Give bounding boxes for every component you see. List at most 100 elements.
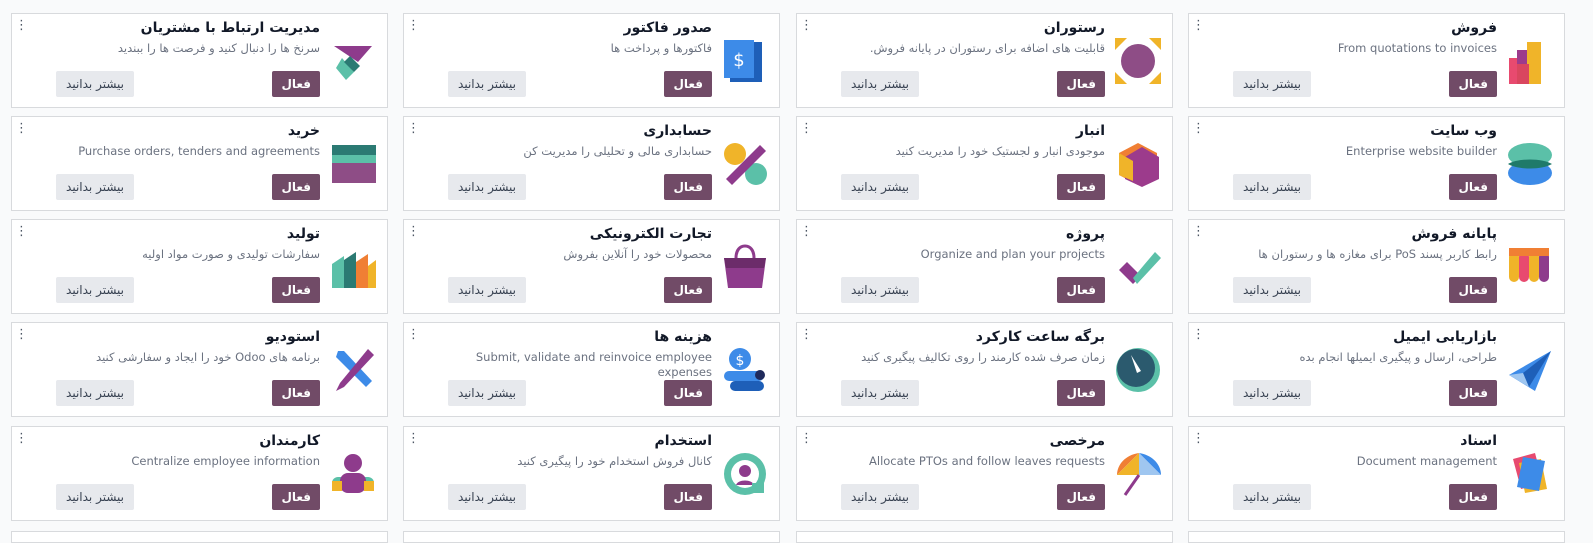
activate-button[interactable]: فعال bbox=[1449, 71, 1497, 97]
learn-more-button[interactable]: بیشتر بدانید bbox=[56, 277, 134, 303]
website-icon bbox=[1505, 139, 1555, 189]
app-card: وب سایت Enterprise website builder فعال بیش… bbox=[1188, 116, 1565, 211]
sales-icon bbox=[1505, 36, 1555, 86]
activate-button[interactable]: فعال bbox=[1057, 174, 1105, 200]
activate-button[interactable]: فعال bbox=[272, 174, 320, 200]
kebab-menu-icon[interactable]: ⋮ bbox=[15, 122, 28, 135]
app-summary: طراحی، ارسال و پیگیری ایمیلها انجام بده bbox=[1299, 350, 1498, 364]
app-summary: From quotations to invoices bbox=[1337, 41, 1497, 55]
learn-more-button[interactable]: بیشتر بدانید bbox=[841, 71, 919, 97]
activate-button[interactable]: فعال bbox=[1057, 277, 1105, 303]
app-title: برگه ساعت کارکرد bbox=[975, 329, 1105, 345]
learn-more-button[interactable]: بیشتر بدانید bbox=[56, 71, 134, 97]
learn-more-button[interactable]: بیشتر بدانید bbox=[448, 277, 526, 303]
learn-more-button[interactable]: بیشتر بدانید bbox=[1233, 484, 1311, 510]
app-title: انبار bbox=[1075, 123, 1105, 139]
activate-button[interactable]: فعال bbox=[664, 380, 712, 406]
app-card: برگه ساعت کارکرد زمان صرف شده کارمند را ر… bbox=[796, 322, 1173, 417]
learn-more-button[interactable]: بیشتر بدانید bbox=[1233, 277, 1311, 303]
app-summary: Centralize employee information bbox=[131, 454, 320, 468]
app-title: فروش bbox=[1451, 20, 1497, 36]
app-card: اسناد Document management فعال بیشتر بدانید… bbox=[1188, 426, 1565, 521]
app-summary: فاکتورها و پرداخت ها bbox=[610, 41, 712, 55]
app-card: مرخصی Allocate PTOs and follow leaves req… bbox=[796, 426, 1173, 521]
activate-button[interactable]: فعال bbox=[272, 71, 320, 97]
app-summary: حسابداری مالی و تحلیلی را مدیریت کن bbox=[523, 144, 712, 158]
activate-button[interactable]: فعال bbox=[272, 380, 320, 406]
kebab-menu-icon[interactable]: ⋮ bbox=[407, 328, 420, 341]
activate-button[interactable]: فعال bbox=[1057, 71, 1105, 97]
kebab-menu-icon[interactable]: ⋮ bbox=[800, 432, 813, 445]
kebab-menu-icon[interactable]: ⋮ bbox=[407, 122, 420, 135]
learn-more-button[interactable]: بیشتر بدانید bbox=[448, 380, 526, 406]
activate-button[interactable]: فعال bbox=[664, 484, 712, 510]
kebab-menu-icon[interactable]: ⋮ bbox=[15, 19, 28, 32]
app-summary: محصولات خود را آنلاین بفروش bbox=[563, 247, 712, 261]
activate-button[interactable]: فعال bbox=[1057, 380, 1105, 406]
app-title: صدور فاکتور bbox=[623, 20, 712, 36]
app-summary: سرنخ ها را دنبال کنید و فرصت ها را ببندی… bbox=[117, 41, 320, 55]
kebab-menu-icon[interactable]: ⋮ bbox=[1192, 19, 1205, 32]
app-title: استودیو bbox=[265, 329, 320, 345]
kebab-menu-icon[interactable]: ⋮ bbox=[15, 328, 28, 341]
app-card: فروش From quotations to invoices فعال بیشتر… bbox=[1188, 13, 1565, 108]
activate-button[interactable]: فعال bbox=[1449, 174, 1497, 200]
activate-button[interactable]: فعال bbox=[664, 174, 712, 200]
kebab-menu-icon[interactable]: ⋮ bbox=[407, 19, 420, 32]
app-title: بازاریابی ایمیل bbox=[1393, 329, 1497, 345]
learn-more-button[interactable]: بیشتر بدانید bbox=[1233, 174, 1311, 200]
learn-more-button[interactable]: بیشتر بدانید bbox=[841, 277, 919, 303]
learn-more-button[interactable]: بیشتر بدانید bbox=[448, 174, 526, 200]
kebab-menu-icon[interactable]: ⋮ bbox=[1192, 328, 1205, 341]
learn-more-button[interactable]: بیشتر بدانید bbox=[56, 484, 134, 510]
activate-button[interactable]: فعال bbox=[1449, 380, 1497, 406]
invoicing-icon: $ bbox=[720, 36, 770, 86]
app-card: مدیریت ارتباط با مشتریان سرنخ ها را دنبال… bbox=[11, 13, 388, 108]
kebab-menu-icon[interactable]: ⋮ bbox=[800, 122, 813, 135]
inventory-icon bbox=[1113, 139, 1163, 189]
app-card: تجارت الکترونیکی محصولات خود را آنلاین بف… bbox=[403, 219, 780, 314]
kebab-menu-icon[interactable]: ⋮ bbox=[1192, 432, 1205, 445]
kebab-menu-icon[interactable]: ⋮ bbox=[1192, 225, 1205, 238]
app-title: مدیریت ارتباط با مشتریان bbox=[140, 20, 320, 36]
app-summary: برنامه های Odoo خود را ایجاد و سفارشی کن… bbox=[96, 350, 320, 364]
learn-more-button[interactable]: بیشتر بدانید bbox=[448, 71, 526, 97]
learn-more-button[interactable]: بیشتر بدانید bbox=[841, 174, 919, 200]
kebab-menu-icon[interactable]: ⋮ bbox=[800, 328, 813, 341]
kebab-menu-icon[interactable]: ⋮ bbox=[407, 225, 420, 238]
expenses-icon: $ bbox=[720, 345, 770, 395]
kebab-menu-icon[interactable]: ⋮ bbox=[800, 19, 813, 32]
app-summary: Allocate PTOs and follow leaves requests bbox=[869, 454, 1105, 468]
activate-button[interactable]: فعال bbox=[664, 71, 712, 97]
activate-button[interactable]: فعال bbox=[1449, 277, 1497, 303]
app-title: خرید bbox=[287, 123, 320, 139]
app-title: اسناد bbox=[1460, 433, 1497, 449]
activate-button[interactable]: فعال bbox=[1449, 484, 1497, 510]
app-title: پایانه فروش bbox=[1411, 226, 1497, 242]
kebab-menu-icon[interactable]: ⋮ bbox=[407, 432, 420, 445]
kebab-menu-icon[interactable]: ⋮ bbox=[800, 225, 813, 238]
learn-more-button[interactable]: بیشتر بدانید bbox=[1233, 380, 1311, 406]
app-title: تولید bbox=[286, 226, 320, 242]
kebab-menu-icon[interactable]: ⋮ bbox=[15, 225, 28, 238]
app-card: $ صدور فاکتور فاکتورها و پرداخت ها فعال بیشت… bbox=[403, 13, 780, 108]
restaurant-icon bbox=[1113, 36, 1163, 86]
learn-more-button[interactable]: بیشتر بدانید bbox=[56, 174, 134, 200]
kebab-menu-icon[interactable]: ⋮ bbox=[1192, 122, 1205, 135]
learn-more-button[interactable]: بیشتر بدانید bbox=[841, 484, 919, 510]
kebab-menu-icon[interactable]: ⋮ bbox=[15, 432, 28, 445]
app-card-partial bbox=[1188, 531, 1565, 543]
activate-button[interactable]: فعال bbox=[272, 484, 320, 510]
learn-more-button[interactable]: بیشتر بدانید bbox=[841, 380, 919, 406]
activate-button[interactable]: فعال bbox=[664, 277, 712, 303]
activate-button[interactable]: فعال bbox=[272, 277, 320, 303]
app-summary: Enterprise website builder bbox=[1345, 144, 1497, 158]
app-title: کارمندان bbox=[259, 433, 320, 449]
activate-button[interactable]: فعال bbox=[1057, 484, 1105, 510]
app-card: $ هزینه ها Submit, validate and reinvoice … bbox=[403, 322, 780, 417]
app-card: حسابداری حسابداری مالی و تحلیلی را مدیریت… bbox=[403, 116, 780, 211]
learn-more-button[interactable]: بیشتر بدانید bbox=[448, 484, 526, 510]
learn-more-button[interactable]: بیشتر بدانید bbox=[56, 380, 134, 406]
learn-more-button[interactable]: بیشتر بدانید bbox=[1233, 71, 1311, 97]
app-title: هزینه ها bbox=[654, 329, 712, 345]
